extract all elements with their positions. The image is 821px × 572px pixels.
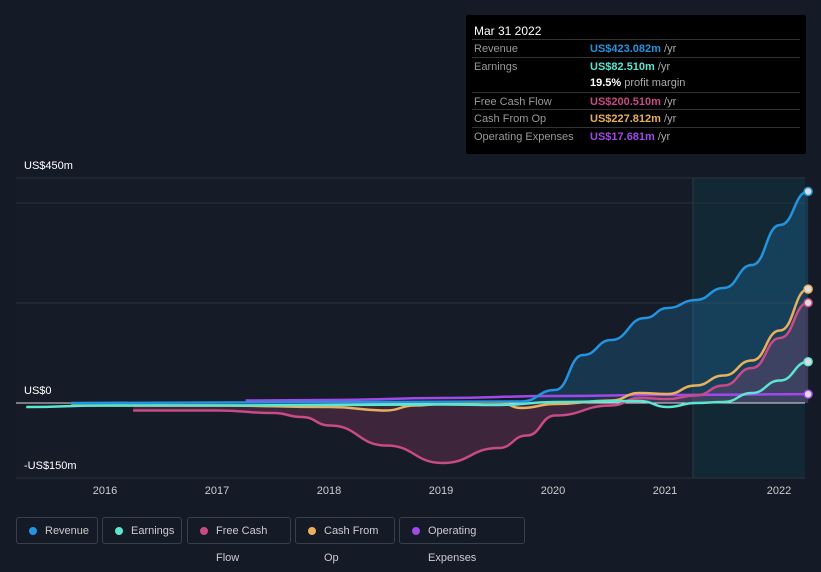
- legend-cash-from-op[interactable]: Cash From Op: [295, 517, 395, 564]
- tooltip-row: Revenue US$423.082m /yr: [472, 39, 800, 57]
- tooltip: Mar 31 2022 Revenue US$423.082m /yr Earnin…: [466, 15, 806, 154]
- legend-label: Revenue: [45, 525, 90, 537]
- tooltip-value: US$423.082m /yr: [590, 43, 677, 55]
- legend-operating-expenses[interactable]: Operating Expenses: [399, 517, 525, 564]
- legend-label: Earnings: [131, 525, 175, 537]
- legend-revenue[interactable]: Revenue: [16, 517, 98, 544]
- tooltip-row: Cash From Op US$227.812m /yr: [472, 109, 800, 127]
- tooltip-value: US$17.681m /yr: [590, 130, 671, 143]
- series-end-marker: [803, 284, 813, 294]
- series-end-marker: [803, 186, 813, 197]
- tooltip-label: Cash From Op: [474, 113, 547, 125]
- legend-earnings[interactable]: Earnings: [102, 517, 182, 544]
- x-tick-label: 2016: [92, 485, 118, 497]
- tooltip-row: Free Cash Flow US$200.510m /yr: [472, 91, 800, 110]
- legend-free-cash-flow[interactable]: Free Cash Flow: [187, 517, 291, 564]
- x-tick-label: 2022: [766, 485, 792, 497]
- legend-label: Operating Expenses: [428, 525, 477, 564]
- dot-icon: [115, 527, 123, 535]
- dot-icon: [29, 527, 37, 535]
- series-end-marker: [803, 297, 813, 308]
- x-tick-label: 2021: [652, 485, 678, 497]
- dot-icon: [200, 527, 208, 535]
- tooltip-value: 19.5% profit margin: [590, 77, 686, 89]
- series-end-marker: [803, 389, 813, 399]
- tooltip-label: Operating Expenses: [474, 130, 574, 143]
- dot-icon: [412, 527, 420, 535]
- tooltip-label: Revenue: [474, 43, 519, 55]
- x-tick-label: 2017: [204, 485, 230, 497]
- tooltip-row: 19.5% profit margin: [472, 74, 800, 91]
- tooltip-value: US$82.510m /yr: [590, 60, 671, 73]
- dot-icon: [308, 527, 316, 535]
- x-tick-label: 2020: [540, 485, 566, 497]
- tooltip-value: US$227.812m /yr: [590, 113, 677, 125]
- x-tick-label: 2019: [428, 485, 454, 497]
- tooltip-row: Operating Expenses US$17.681m /yr: [472, 126, 800, 145]
- tooltip-label: Free Cash Flow: [474, 95, 552, 108]
- y-tick-label: US$0: [24, 385, 52, 397]
- tooltip-label: Earnings: [474, 60, 518, 73]
- y-tick-label: US$450m: [24, 160, 73, 172]
- tooltip-row: Earnings US$82.510m /yr: [472, 56, 800, 75]
- series-end-marker: [803, 356, 813, 367]
- tooltip-date: Mar 31 2022: [474, 24, 542, 38]
- x-tick-label: 2018: [316, 485, 342, 497]
- tooltip-value: US$200.510m /yr: [590, 95, 677, 108]
- y-tick-label: -US$150m: [24, 460, 77, 472]
